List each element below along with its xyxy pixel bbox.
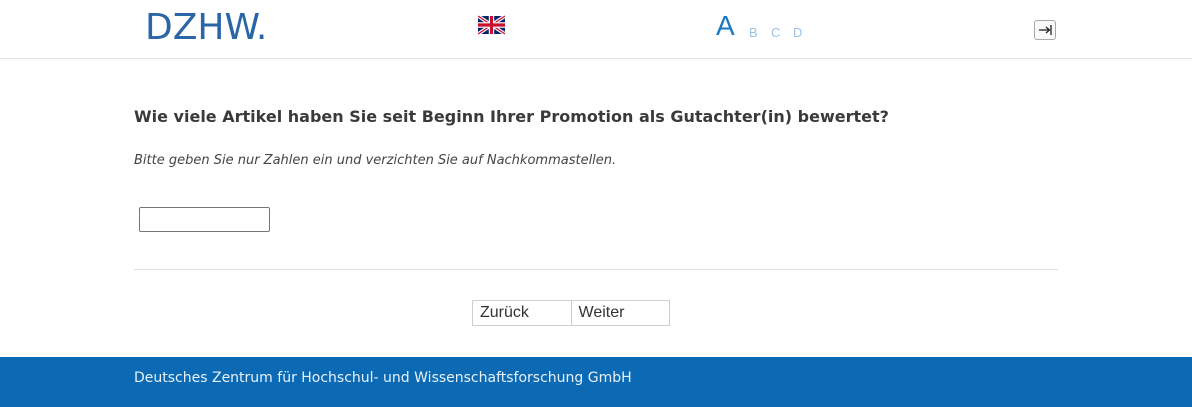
- question-text: Wie viele Artikel haben Sie seit Beginn …: [134, 107, 889, 126]
- version-c[interactable]: C: [771, 25, 780, 40]
- footer-text: Deutsches Zentrum für Hochschul- und Wis…: [134, 370, 632, 386]
- answer-input[interactable]: [139, 207, 270, 232]
- next-button[interactable]: Weiter: [570, 301, 669, 325]
- version-a[interactable]: A: [716, 10, 735, 42]
- back-button[interactable]: Zurück: [473, 301, 571, 325]
- header: DZHW. A B C D: [0, 0, 1192, 59]
- logout-button[interactable]: [1034, 20, 1056, 40]
- dzhw-logo: DZHW.: [145, 7, 268, 48]
- navigation-buttons: Zurück Weiter: [472, 300, 670, 326]
- divider: [134, 269, 1058, 270]
- footer: Deutsches Zentrum für Hochschul- und Wis…: [0, 357, 1192, 407]
- uk-flag-icon[interactable]: [478, 15, 505, 35]
- logout-icon: [1039, 25, 1052, 35]
- hint-text: Bitte geben Sie nur Zahlen ein und verzi…: [134, 153, 617, 168]
- version-b[interactable]: B: [749, 25, 758, 40]
- version-d[interactable]: D: [793, 25, 802, 40]
